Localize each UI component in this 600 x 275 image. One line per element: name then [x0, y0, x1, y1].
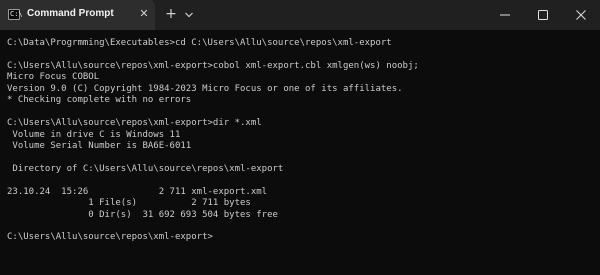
console-line: C:\Data\Progrmming\Executables>cd C:\Use… [7, 38, 392, 48]
console-line: Volume in drive C is Windows 11 [7, 129, 181, 140]
console-line: 23.10.24 15:26 2 711 xml-export.xml [7, 186, 268, 197]
console-line: Micro Focus COBOL [7, 72, 100, 83]
console-output[interactable]: C:\Data\Progrmming\Executables>cd C:\Use… [7, 38, 597, 268]
terminal-window: C:\ Command Prompt ✕ + C:\Data\Progrmmin… [0, 0, 600, 275]
chevron-down-icon[interactable] [184, 8, 194, 20]
title-bar[interactable]: C:\ Command Prompt ✕ + [0, 0, 600, 30]
console-line: Version 9.0 (C) Copyright 1984-2023 Micr… [7, 83, 403, 94]
console-line: * Checking complete with no errors [7, 95, 192, 106]
console-line: Directory of C:\Users\Allu\source\repos\… [7, 163, 284, 174]
maximize-icon [538, 10, 548, 20]
command-prompt-icon: C:\ [8, 9, 23, 20]
console-line: C:\Users\Allu\source\repos\xml-export> [7, 232, 213, 243]
command-prompt-icon-glyph: C:\ [10, 10, 23, 18]
maximize-button[interactable] [524, 0, 562, 30]
console-line: C:\Users\Allu\source\repos\xml-export>co… [7, 60, 419, 71]
console-line: Volume Serial Number is BA6E-6011 [7, 140, 192, 151]
console-line: 1 File(s) 2 711 bytes [7, 198, 251, 209]
new-tab-button[interactable]: + [164, 6, 178, 22]
close-tab-icon[interactable]: ✕ [138, 7, 150, 21]
console-line: 0 Dir(s) 31 692 693 504 bytes free [7, 209, 278, 220]
close-button[interactable] [562, 0, 600, 30]
minimize-icon [500, 14, 510, 16]
scrollbar[interactable] [596, 30, 600, 275]
close-icon [576, 10, 586, 20]
minimize-button[interactable] [486, 0, 524, 30]
console-line: C:\Users\Allu\source\repos\xml-export>di… [7, 118, 262, 129]
tab-command-prompt[interactable]: C:\ Command Prompt ✕ [0, 0, 155, 30]
tab-title: Command Prompt [27, 8, 114, 19]
